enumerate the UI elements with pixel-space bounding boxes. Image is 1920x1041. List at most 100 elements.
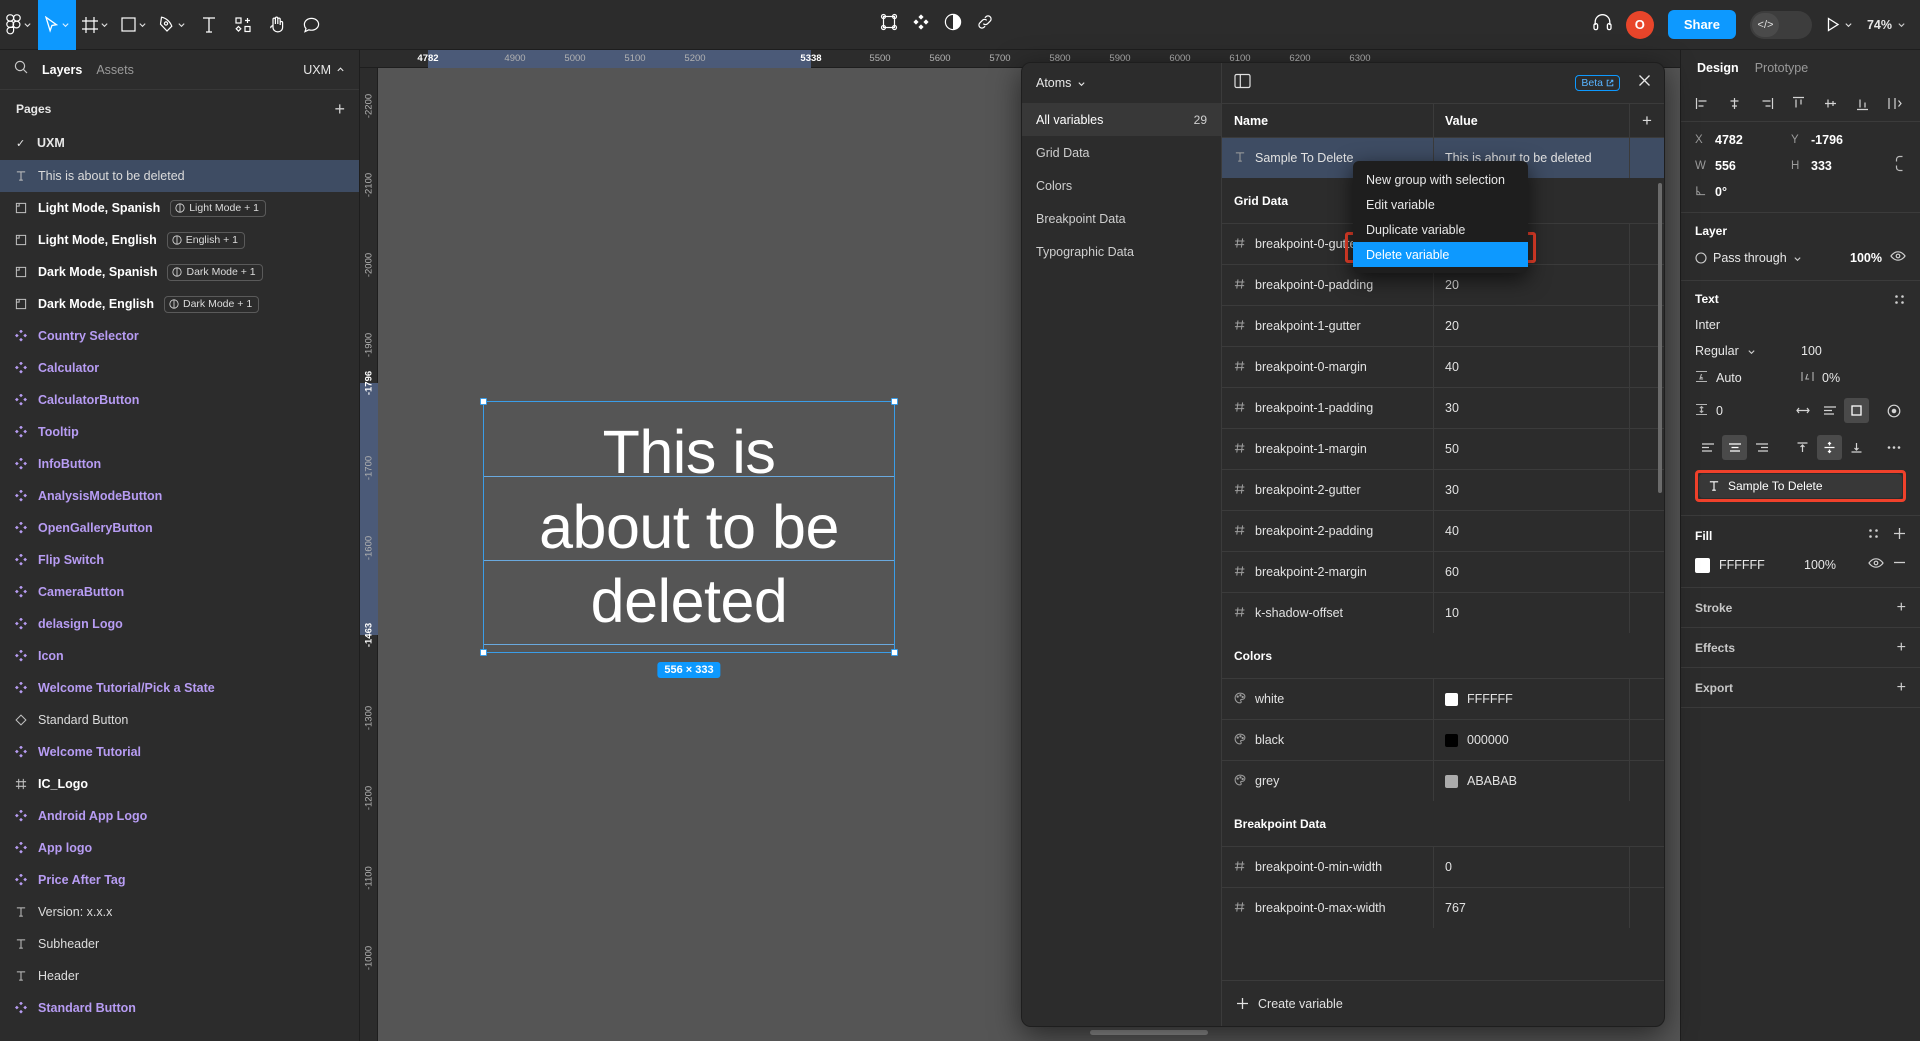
eye-icon[interactable] bbox=[1868, 556, 1884, 574]
eye-icon[interactable] bbox=[1890, 249, 1906, 267]
variables-category-breakpoint-data[interactable]: Breakpoint Data bbox=[1022, 202, 1221, 235]
variable-name-cell[interactable]: breakpoint-1-margin bbox=[1222, 429, 1434, 469]
layer-row-light-mode-spanish[interactable]: Light Mode, Spanish Light Mode + 1 bbox=[0, 192, 359, 224]
pen-tool-icon[interactable] bbox=[153, 0, 192, 50]
variable-name-cell[interactable]: breakpoint-0-max-width bbox=[1222, 888, 1434, 928]
auto-height-icon[interactable] bbox=[1817, 398, 1842, 423]
text-align-right-icon[interactable] bbox=[1749, 435, 1774, 460]
minus-icon[interactable] bbox=[1893, 556, 1906, 574]
layer-row-android-app-logo[interactable]: Android App Logo bbox=[0, 800, 359, 832]
variable-value-cell[interactable]: 40 bbox=[1434, 347, 1630, 387]
share-button[interactable]: Share bbox=[1667, 10, 1736, 39]
distribute-icon[interactable] bbox=[1887, 96, 1906, 111]
text-valign-middle-icon[interactable] bbox=[1817, 435, 1842, 460]
variable-row[interactable]: breakpoint-2-gutter 30 bbox=[1222, 469, 1664, 510]
present-button[interactable] bbox=[1826, 17, 1853, 32]
layer-opacity-value[interactable]: 100% bbox=[1850, 251, 1882, 265]
layer-row-this-is-about-to-be-deleted[interactable]: This is about to be deleted bbox=[0, 160, 359, 192]
zoom-level-control[interactable]: 74% bbox=[1867, 18, 1906, 32]
variables-scrollbar[interactable] bbox=[1658, 183, 1662, 493]
height-field[interactable]: H 333 bbox=[1791, 159, 1887, 173]
figma-logo-icon[interactable] bbox=[0, 0, 38, 50]
contrast-icon[interactable] bbox=[944, 13, 962, 36]
align-left-icon[interactable] bbox=[1695, 96, 1710, 111]
layer-row-flip-switch[interactable]: Flip Switch bbox=[0, 544, 359, 576]
rotation-field[interactable]: 0° bbox=[1695, 185, 1791, 199]
variable-row[interactable]: breakpoint-2-margin 60 bbox=[1222, 551, 1664, 592]
variable-name-cell[interactable]: breakpoint-1-gutter bbox=[1222, 306, 1434, 346]
text-align-left-icon[interactable] bbox=[1695, 435, 1720, 460]
variable-value-cell[interactable]: 10 bbox=[1434, 593, 1630, 633]
tab-design[interactable]: Design bbox=[1697, 61, 1739, 75]
variable-value-cell[interactable]: 000000 bbox=[1434, 720, 1630, 760]
variable-row[interactable]: white FFFFFF bbox=[1222, 678, 1664, 719]
close-icon[interactable] bbox=[1637, 73, 1652, 93]
variable-name-cell[interactable]: breakpoint-2-padding bbox=[1222, 511, 1434, 551]
layer-row-icon[interactable]: Icon bbox=[0, 640, 359, 672]
variable-row[interactable]: k-shadow-offset 10 bbox=[1222, 592, 1664, 633]
layer-row-analysismodebutton[interactable]: AnalysisModeButton bbox=[0, 480, 359, 512]
resize-handle-tr[interactable] bbox=[891, 398, 898, 405]
blend-mode-selector[interactable]: Pass through bbox=[1695, 251, 1842, 265]
variable-context-menu[interactable]: New group with selection Edit variable Dup… bbox=[1353, 161, 1528, 273]
variable-name-cell[interactable]: breakpoint-2-gutter bbox=[1222, 470, 1434, 510]
context-menu-item-duplicate-variable[interactable]: Duplicate variable bbox=[1353, 217, 1528, 242]
align-right-icon[interactable] bbox=[1759, 96, 1774, 111]
x-field[interactable]: X 4782 bbox=[1695, 133, 1791, 147]
components-icon[interactable] bbox=[880, 13, 898, 36]
variable-value-cell[interactable]: 0 bbox=[1434, 847, 1630, 887]
layer-row-infobutton[interactable]: InfoButton bbox=[0, 448, 359, 480]
layer-row-welcome-tutorial[interactable]: Welcome Tutorial bbox=[0, 736, 359, 768]
collection-dropdown[interactable]: Atoms bbox=[1022, 63, 1221, 103]
color-swatch[interactable] bbox=[1445, 774, 1458, 788]
variable-row[interactable]: breakpoint-2-padding 40 bbox=[1222, 510, 1664, 551]
variable-row[interactable]: breakpoint-1-gutter 20 bbox=[1222, 305, 1664, 346]
frame-tool-icon[interactable] bbox=[76, 0, 115, 50]
line-height-field[interactable]: Auto bbox=[1695, 370, 1801, 386]
layer-list[interactable]: This is about to be deleted Light Mode, S… bbox=[0, 158, 359, 1041]
align-vertical-center-icon[interactable] bbox=[1823, 96, 1838, 111]
layer-row-camerabutton[interactable]: CameraButton bbox=[0, 576, 359, 608]
layer-row-standard-button[interactable]: Standard Button bbox=[0, 704, 359, 736]
variables-category-all-variables[interactable]: All variables 29 bbox=[1022, 103, 1221, 136]
variable-name-cell[interactable]: breakpoint-2-margin bbox=[1222, 552, 1434, 592]
search-icon[interactable] bbox=[14, 60, 28, 79]
horizontal-scrollbar[interactable] bbox=[1090, 1030, 1208, 1035]
layer-row-app-logo[interactable]: App logo bbox=[0, 832, 359, 864]
variable-row[interactable]: grey ABABAB bbox=[1222, 760, 1664, 801]
variable-value-cell[interactable]: 30 bbox=[1434, 470, 1630, 510]
add-variable-button[interactable]: + bbox=[1630, 104, 1664, 137]
plus-icon[interactable]: + bbox=[1897, 679, 1906, 696]
actions-tool-icon[interactable] bbox=[226, 0, 260, 50]
variables-category-grid-data[interactable]: Grid Data bbox=[1022, 136, 1221, 169]
variable-name-cell[interactable]: breakpoint-0-min-width bbox=[1222, 847, 1434, 887]
fill-hex-value[interactable]: FFFFFF bbox=[1719, 558, 1795, 572]
layer-row-dark-mode-spanish[interactable]: Dark Mode, Spanish Dark Mode + 1 bbox=[0, 256, 359, 288]
layer-row-tooltip[interactable]: Tooltip bbox=[0, 416, 359, 448]
tab-assets[interactable]: Assets bbox=[96, 63, 134, 77]
variables-category-list[interactable]: All variables 29 Grid Data Colors Breakpoint… bbox=[1022, 103, 1221, 268]
layer-row-subheader[interactable]: Subheader bbox=[0, 928, 359, 960]
color-swatch[interactable] bbox=[1445, 692, 1458, 706]
layer-row-price-after-tag[interactable]: Price After Tag bbox=[0, 864, 359, 896]
hand-tool-icon[interactable] bbox=[260, 0, 294, 50]
link-icon[interactable] bbox=[976, 13, 994, 36]
font-weight-selector[interactable]: Regular bbox=[1695, 344, 1801, 358]
variable-value-cell[interactable]: 20 bbox=[1434, 306, 1630, 346]
width-field[interactable]: W 556 bbox=[1695, 159, 1791, 173]
create-variable-button[interactable]: Create variable bbox=[1222, 980, 1664, 1026]
variable-name-cell[interactable]: breakpoint-1-padding bbox=[1222, 388, 1434, 428]
variable-value-cell[interactable]: 30 bbox=[1434, 388, 1630, 428]
variable-row[interactable]: breakpoint-0-margin 40 bbox=[1222, 346, 1664, 387]
beta-badge[interactable]: Beta bbox=[1575, 75, 1620, 91]
file-name-dropdown[interactable]: UXM bbox=[303, 63, 345, 77]
align-bottom-icon[interactable] bbox=[1855, 96, 1870, 111]
text-tool-icon[interactable] bbox=[192, 0, 226, 50]
variable-name-cell[interactable]: breakpoint-0-margin bbox=[1222, 347, 1434, 387]
letter-spacing-field[interactable]: 0% bbox=[1801, 370, 1840, 386]
variable-row[interactable]: breakpoint-1-margin 50 bbox=[1222, 428, 1664, 469]
variable-row[interactable]: breakpoint-0-min-width 0 bbox=[1222, 846, 1664, 887]
layer-mode-chip[interactable]: Dark Mode + 1 bbox=[167, 263, 263, 281]
plus-icon[interactable]: + bbox=[334, 100, 345, 118]
move-tool-icon[interactable] bbox=[38, 0, 76, 50]
